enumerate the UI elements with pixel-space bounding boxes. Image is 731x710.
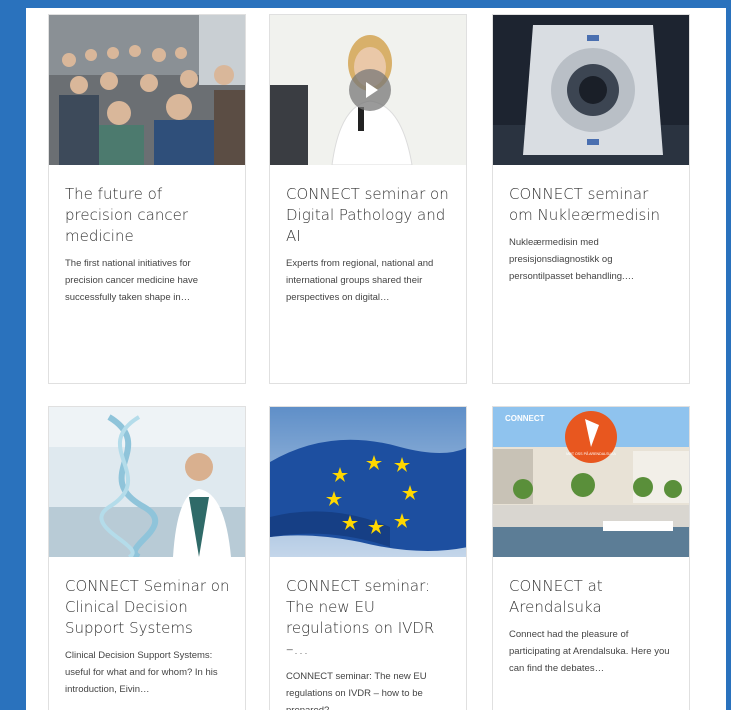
card-title[interactable]: CONNECT Seminar on Clinical Decision Sup… bbox=[65, 576, 231, 639]
card-description: The first national initiatives for preci… bbox=[65, 258, 199, 303]
card-title[interactable]: The future of precision cancer medicine bbox=[65, 184, 231, 247]
card-description: Connect had the pleasure of participatin… bbox=[509, 629, 670, 674]
news-card-digital-pathology[interactable]: CONNECT seminar on Digital Pathology and… bbox=[269, 14, 467, 384]
card-title[interactable]: CONNECT at Arendalsuka bbox=[509, 576, 675, 618]
thumb-connect-logo-text: CONNECT bbox=[505, 414, 545, 423]
card-image-scanner bbox=[493, 15, 689, 165]
news-card-precision-cancer[interactable]: The future of precision cancer medicine … bbox=[48, 14, 246, 384]
news-card-arendalsuka[interactable]: CONNECT MØT OSS PÅ ARENDALSUKA CONNECT a… bbox=[492, 406, 690, 710]
news-grid: The future of precision cancer medicine … bbox=[26, 8, 726, 710]
card-image-scientist bbox=[49, 407, 245, 557]
card-title[interactable]: CONNECT seminar: The new EU regulations … bbox=[286, 576, 452, 660]
news-card-clinical-decision[interactable]: CONNECT Seminar on Clinical Decision Sup… bbox=[48, 406, 246, 710]
card-description: Experts from regional, national and inte… bbox=[286, 258, 434, 303]
card-image-speaker bbox=[270, 15, 466, 165]
card-description: CONNECT seminar: The new EU regulations … bbox=[286, 671, 427, 710]
card-image-audience bbox=[49, 15, 245, 165]
card-description: Clinical Decision Support Systems: usefu… bbox=[65, 650, 218, 695]
card-image-eu-flag bbox=[270, 407, 466, 557]
card-image-arendal-harbour: CONNECT MØT OSS PÅ ARENDALSUKA bbox=[493, 407, 689, 557]
card-title[interactable]: CONNECT seminar on Digital Pathology and… bbox=[286, 184, 452, 247]
play-icon[interactable] bbox=[349, 69, 391, 111]
card-title[interactable]: CONNECT seminar om Nukleærmedisin bbox=[509, 184, 675, 226]
news-card-nuclear-medicine[interactable]: CONNECT seminar om Nukleærmedisin Nukleæ… bbox=[492, 14, 690, 384]
card-description: Nukleærmedisin med presisjonsdiagnostikk… bbox=[509, 237, 635, 282]
thumb-badge-text: MØT OSS PÅ ARENDALSUKA bbox=[566, 451, 616, 456]
news-card-eu-ivdr[interactable]: CONNECT seminar: The new EU regulations … bbox=[269, 406, 467, 710]
